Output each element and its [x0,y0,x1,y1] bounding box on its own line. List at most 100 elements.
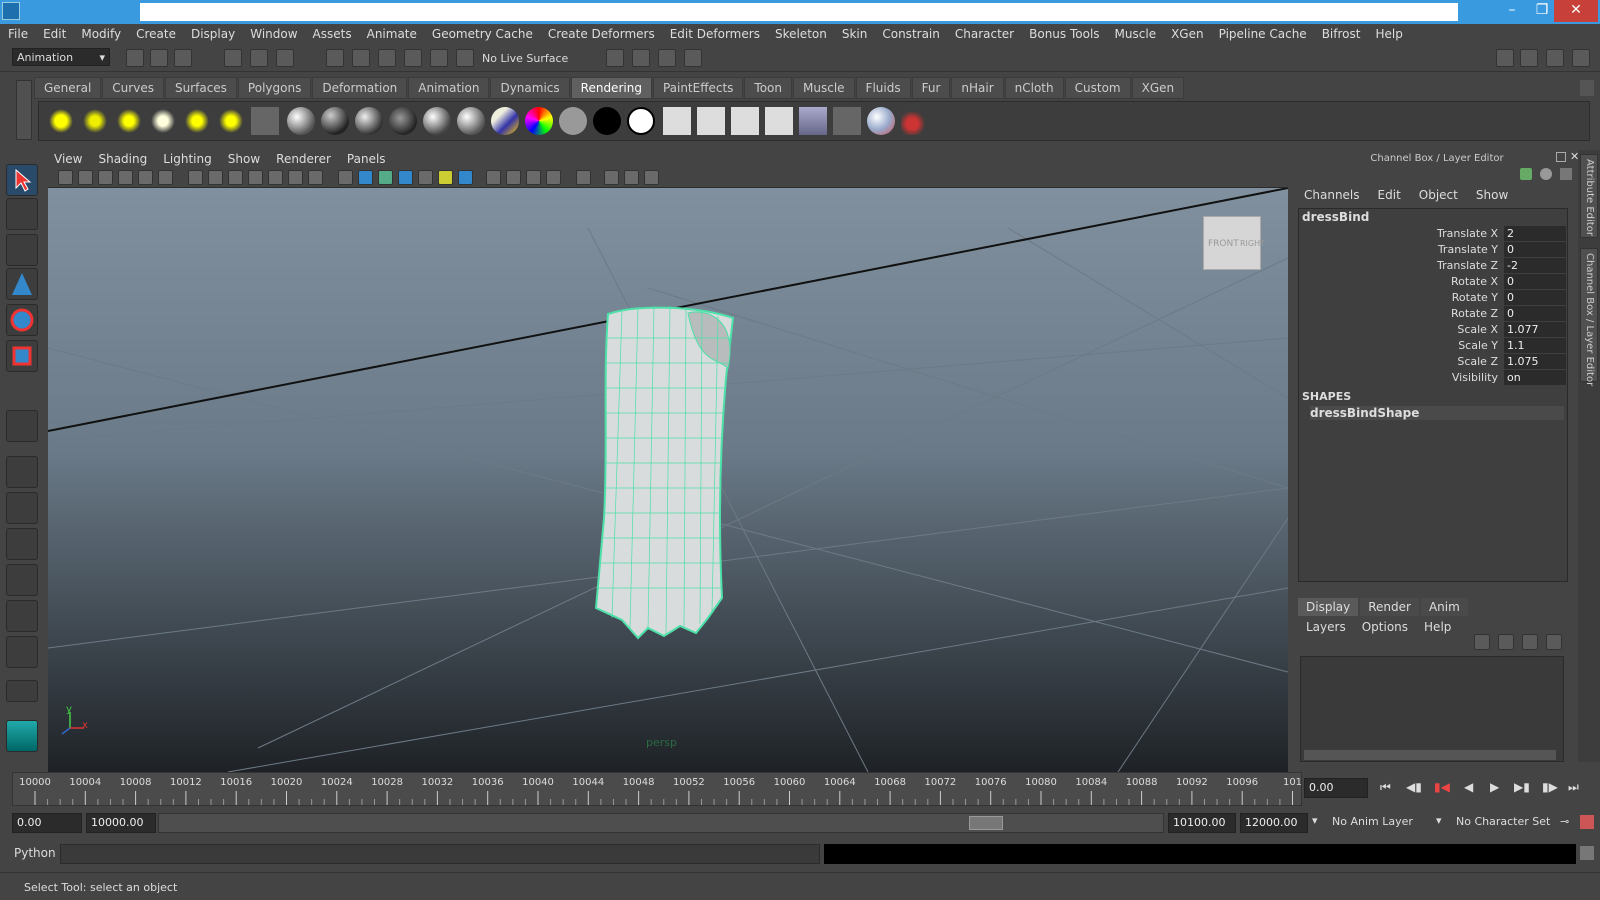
play-forwards-icon[interactable]: ▶ [1490,780,1499,794]
snap-view-icon[interactable] [404,49,422,67]
single-pane-icon[interactable] [6,456,38,488]
channel-value[interactable]: 1.1 [1504,338,1566,353]
channel-box-tab[interactable]: Channel Box / Layer Editor [1580,248,1598,386]
menu-item[interactable]: Character [955,27,1014,41]
snap-surface-icon[interactable] [430,49,448,67]
select-object-icon[interactable] [250,49,268,67]
blinn-shader-icon[interactable] [355,107,383,135]
hypershade-pane-icon[interactable] [6,600,38,632]
shadows-icon[interactable] [458,170,473,185]
shelf-tab[interactable]: Custom [1064,77,1131,99]
new-layer-empty-icon[interactable] [1474,634,1490,650]
step-back-frame-icon[interactable]: ◀▮ [1406,780,1422,794]
channel-row[interactable]: Rotate X 0 [1302,274,1566,290]
shelf-tab[interactable]: Toon [744,77,793,99]
snap-curve-icon[interactable] [352,49,370,67]
smooth-shade-icon[interactable] [358,170,373,185]
menu-item[interactable]: Constrain [882,27,940,41]
tool-settings-icon[interactable] [1546,49,1564,67]
shelf-tab[interactable]: PaintEffects [652,77,744,99]
menu-item[interactable]: Create Deformers [548,27,655,41]
shape-name[interactable]: dressBindShape [1310,406,1564,420]
cb-menu-object[interactable]: Object [1419,188,1458,202]
multisample-icon[interactable] [526,170,541,185]
close-icon[interactable]: ✕ [1554,0,1598,22]
start-time-field[interactable]: 0.00 [12,813,82,833]
channel-row[interactable]: Translate X 2 [1302,226,1566,242]
anisotropic-shader-icon[interactable] [321,107,349,135]
light-linking-icon[interactable] [833,107,861,135]
render-frame-icon[interactable] [632,49,650,67]
wireframe-on-shaded-icon[interactable] [378,170,393,185]
layer-tab-anim[interactable]: Anim [1420,598,1468,616]
anim-layer-dropdown[interactable]: No Anim Layer [1332,815,1413,828]
new-scene-icon[interactable] [126,49,144,67]
channel-value[interactable]: 0 [1504,290,1566,305]
select-component-icon[interactable] [276,49,294,67]
channel-value[interactable]: -2 [1504,258,1566,273]
select-camera-icon[interactable] [58,170,73,185]
cb-pin-icon[interactable] [1560,168,1572,180]
current-time-field[interactable]: 0.00 [1304,778,1368,798]
menu-item[interactable]: Display [191,27,235,41]
layer-scrollbar[interactable] [1304,750,1556,760]
layer-menu-options[interactable]: Options [1362,620,1408,634]
menu-item[interactable]: Bonus Tools [1029,27,1099,41]
range-slider-handle[interactable] [969,816,1003,830]
chevron-down-icon[interactable]: ▾ [1312,814,1318,827]
layout-expand-icon[interactable] [6,680,38,702]
shelf-tab[interactable]: Polygons [237,77,312,99]
cb-menu-show[interactable]: Show [1476,188,1508,202]
phong-shader-icon[interactable] [423,107,451,135]
viewport-menu-item[interactable]: View [54,152,82,166]
shelf-tab[interactable]: General [34,77,102,99]
layer-tab-display[interactable]: Display [1298,598,1359,616]
select-tool-icon[interactable] [6,164,38,196]
prefs-icon[interactable] [1580,815,1594,829]
shelf-tab[interactable]: nCloth [1004,77,1064,99]
play-backwards-icon[interactable]: ◀ [1464,780,1473,794]
viewport-menu-item[interactable]: Panels [347,152,386,166]
ramp-shader-icon[interactable] [525,107,553,135]
bookmarks-icon[interactable] [98,170,113,185]
area-light-icon[interactable] [183,107,211,135]
shelf-tab[interactable]: Surfaces [164,77,237,99]
title-search-field[interactable] [1276,3,1458,21]
channel-row[interactable]: Rotate Y 0 [1302,290,1566,306]
move-down-layer-icon[interactable] [1546,634,1562,650]
menu-item[interactable]: Bifrost [1322,27,1361,41]
surface-shader-icon[interactable] [559,107,587,135]
image-plane-icon[interactable] [118,170,133,185]
channel-row[interactable]: Scale X 1.077 [1302,322,1566,338]
share-icon[interactable] [644,170,659,185]
shelf-tab[interactable]: Muscle [793,77,855,99]
channel-row[interactable]: Scale Z 1.075 [1302,354,1566,370]
layout-icon[interactable] [1496,49,1514,67]
grease-pencil-icon[interactable] [158,170,173,185]
command-input[interactable] [60,844,820,864]
persp-graph-icon[interactable] [6,636,38,668]
magnet-icon[interactable] [456,49,474,67]
resolution-gate-icon[interactable] [228,170,243,185]
shader-ball-icon[interactable] [287,107,315,135]
menu-item[interactable]: Edit Deformers [670,27,760,41]
cb-settings-icon[interactable] [1540,168,1552,180]
spot-light-icon[interactable] [149,107,177,135]
channel-value[interactable]: 0 [1504,242,1566,257]
channel-row[interactable]: Scale Y 1.1 [1302,338,1566,354]
layer-menu-layers[interactable]: Layers [1306,620,1346,634]
menu-item[interactable]: Modify [81,27,121,41]
channel-row[interactable]: Translate Z -2 [1302,258,1566,274]
depth-of-field-icon[interactable] [546,170,561,185]
channel-value[interactable]: 0 [1504,274,1566,289]
xray-joints-icon[interactable] [604,170,619,185]
gate-mask-icon[interactable] [248,170,263,185]
history-icon[interactable] [606,49,624,67]
shelf-tab[interactable]: Deformation [312,77,408,99]
menu-item[interactable]: File [8,27,28,41]
2d-pan-icon[interactable] [138,170,153,185]
layer-list[interactable] [1300,656,1564,762]
safe-title-icon[interactable] [308,170,323,185]
anim-start-field[interactable]: 10000.00 [86,813,156,833]
menu-item[interactable]: Skeleton [775,27,827,41]
